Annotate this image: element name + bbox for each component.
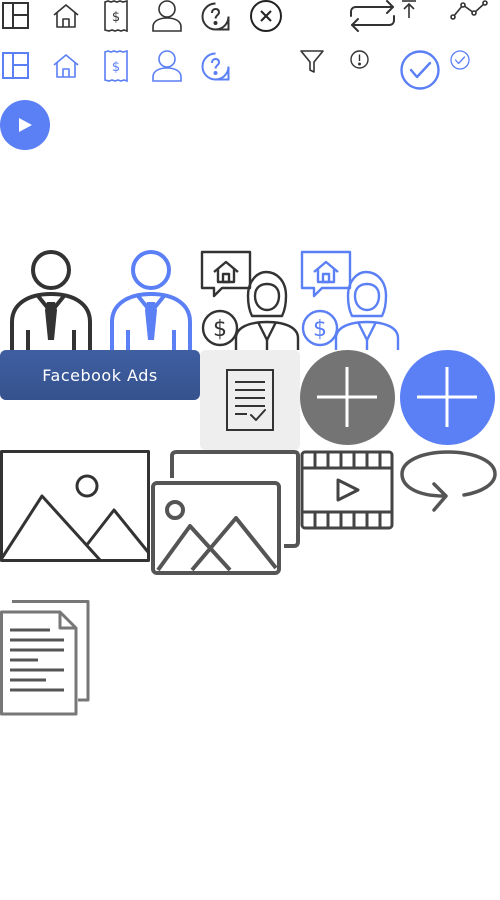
svg-text:$: $ — [112, 60, 120, 75]
real-estate-agent-icon: $ — [300, 250, 400, 350]
upload-arrow-icon[interactable] — [400, 0, 418, 19]
line-chart-icon[interactable] — [450, 0, 488, 20]
add-button[interactable] — [400, 350, 495, 445]
layout-icon[interactable] — [2, 2, 29, 29]
check-circle-small-icon[interactable] — [450, 50, 470, 70]
check-circle-icon[interactable] — [400, 50, 440, 90]
home-icon[interactable] — [53, 54, 79, 78]
user-icon[interactable] — [152, 50, 182, 82]
images-icon[interactable] — [150, 450, 300, 575]
layout-icon[interactable] — [2, 52, 29, 79]
image-icon[interactable] — [0, 450, 150, 562]
video-icon[interactable] — [300, 450, 394, 530]
filter-icon[interactable] — [300, 50, 324, 74]
facebook-ads-button[interactable]: Facebook Ads — [0, 350, 200, 400]
alert-circle-icon[interactable] — [350, 50, 369, 69]
add-button[interactable] — [300, 350, 395, 445]
receipt-dollar-icon[interactable]: $ — [104, 49, 128, 83]
help-circle-icon[interactable] — [201, 2, 230, 31]
checklist-icon — [225, 368, 275, 432]
documents-icon[interactable] — [0, 600, 90, 716]
repeat-icon[interactable] — [349, 0, 396, 32]
svg-text:$: $ — [112, 10, 120, 25]
facebook-ads-label: Facebook Ads — [42, 365, 158, 385]
close-circle-icon[interactable] — [250, 0, 282, 32]
plus-icon — [417, 367, 477, 427]
play-icon — [17, 117, 33, 133]
home-icon[interactable] — [53, 4, 79, 28]
real-estate-agent-icon: $ — [200, 250, 300, 350]
checklist-tile[interactable] — [200, 350, 300, 450]
plus-icon — [317, 367, 377, 427]
svg-text:$: $ — [313, 317, 327, 342]
receipt-dollar-icon[interactable]: $ — [104, 0, 128, 33]
svg-text:$: $ — [213, 317, 227, 342]
help-circle-icon[interactable] — [201, 52, 230, 81]
user-icon[interactable] — [152, 0, 182, 32]
redo-loop-icon[interactable] — [400, 450, 497, 515]
play-button[interactable] — [0, 100, 50, 150]
businessman-icon — [10, 250, 92, 350]
businessman-icon — [110, 250, 192, 350]
